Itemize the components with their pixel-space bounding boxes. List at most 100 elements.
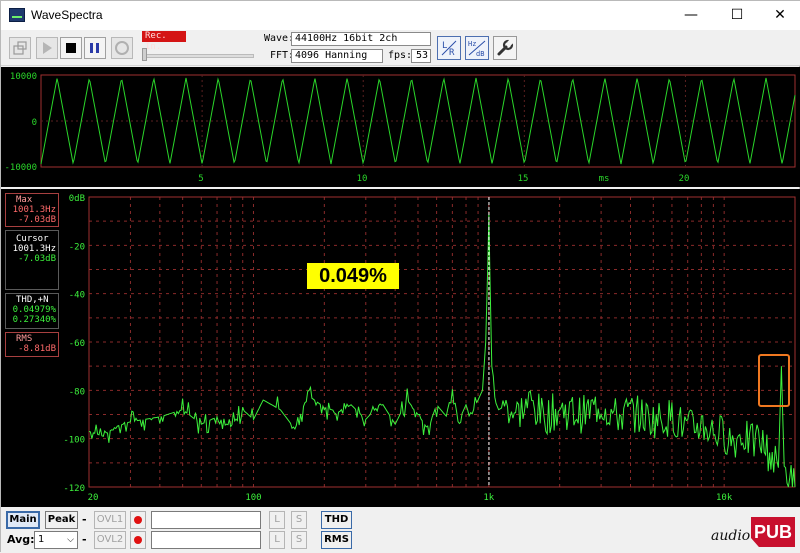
y-tick-label: -40 — [69, 291, 85, 301]
wave-format-field: 44100Hz 16bit 2ch — [291, 32, 431, 46]
thd-label: THD,+N — [16, 295, 49, 305]
pause-icon — [90, 43, 99, 53]
title-bar: WaveSpectra — ☐ ✕ — [1, 1, 800, 30]
y-tick-label: -80 — [69, 387, 85, 397]
play-button[interactable] — [36, 37, 58, 59]
y-tick-label: -100 — [63, 436, 85, 446]
avg-select[interactable]: 1 ⌵ — [34, 531, 78, 549]
svg-text:dB: dB — [476, 50, 484, 58]
ovl1-name-field[interactable] — [151, 511, 261, 529]
wave-y-tick: 0 — [32, 118, 37, 128]
wave-x-tick: 20 — [679, 174, 690, 184]
close-button[interactable]: ✕ — [757, 1, 800, 30]
wave-x-unit: ms — [599, 174, 610, 184]
ovl1-load-button[interactable]: L — [269, 511, 285, 529]
max-label: Max — [16, 195, 33, 205]
logo-badge: PUB — [751, 517, 795, 547]
settings-button[interactable] — [493, 36, 517, 60]
ovl2-name-field[interactable] — [151, 531, 261, 549]
pause-button[interactable] — [84, 37, 106, 59]
wave-x-tick: 5 — [198, 174, 203, 184]
x-tick-label: 1k — [483, 493, 494, 503]
hz-db-icon: HzdB — [468, 40, 486, 58]
wave-label: Wave: — [264, 33, 295, 44]
highlight-box — [758, 354, 790, 407]
spectrum-panel: 0dB -20 -40 -60 -80 -100 -120 20 100 1k 10k — [1, 189, 800, 507]
waveform-plot: 10000 0 -10000 5 10 15 20 ms — [4, 72, 796, 184]
cursor-level: -7.03dB — [18, 254, 56, 264]
ovl2-save-button[interactable]: S — [291, 531, 307, 549]
rms-value: -8.81dB — [18, 344, 56, 354]
svg-text:Hz: Hz — [468, 40, 476, 48]
max-readout: Max 1001.3Hz -7.03dB — [5, 193, 59, 227]
max-freq: 1001.3Hz — [12, 205, 56, 215]
minimize-button[interactable]: — — [668, 1, 714, 30]
record-dot-icon — [134, 516, 142, 524]
cursor-readout: Cursor 1001.3Hz -7.03dB — [5, 230, 59, 290]
fft-setting-field: 4096 Hanning — [291, 49, 383, 63]
rms-readout: RMS -8.81dB — [5, 332, 59, 357]
logo-text: audio — [711, 528, 751, 544]
peak-button[interactable]: Peak — [45, 511, 78, 529]
wave-settings-icon — [13, 41, 27, 55]
wave-x-tick: 10 — [357, 174, 368, 184]
bottom-controls: Main Peak - OVL1 L S THD Avg: 1 ⌵ - OVL2… — [1, 507, 800, 553]
rec-in-indicator: Rec. In. — [142, 31, 186, 52]
hz-db-button[interactable]: Hz dB — [465, 36, 489, 60]
y-tick-label: -120 — [63, 484, 85, 494]
thd-annotation: 0.049% — [307, 263, 399, 289]
ovl2-button[interactable]: OVL2 — [94, 531, 126, 549]
y-tick-label: -60 — [69, 339, 85, 349]
spectrum-trace — [88, 213, 796, 488]
stop-button[interactable] — [60, 37, 82, 59]
ovl1-button[interactable]: OVL1 — [94, 511, 126, 529]
slider-thumb[interactable] — [142, 48, 147, 61]
toolbar: Rec. In. Wave: 44100Hz 16bit 2ch FFT: 40… — [1, 30, 800, 66]
avg-label: Avg: — [7, 533, 35, 546]
y-tick-label: -20 — [69, 242, 85, 252]
svg-text:R: R — [449, 48, 455, 58]
cursor-label: Cursor — [16, 234, 49, 244]
ovl2-load-button[interactable]: L — [269, 531, 285, 549]
thd-value: 0.04979% — [12, 305, 56, 315]
chevron-down-icon: ⌵ — [67, 535, 74, 545]
wave-y-tick: 10000 — [10, 72, 37, 82]
y-tick-label: 0dB — [69, 194, 85, 204]
separator-2: - — [82, 533, 87, 546]
thdn-value: 0.27340% — [12, 315, 56, 325]
rms-button[interactable]: RMS — [321, 531, 352, 549]
stop-icon — [66, 43, 76, 53]
lr-icon: LR — [441, 40, 457, 58]
fps-label: fps: — [388, 50, 413, 61]
ovl2-record-button[interactable] — [130, 531, 146, 549]
channel-lr-button[interactable]: LR — [437, 36, 461, 60]
main-button[interactable]: Main — [6, 511, 40, 529]
ovl1-save-button[interactable]: S — [291, 511, 307, 529]
fps-value: 53 — [411, 49, 431, 63]
avg-value: 1 — [38, 534, 45, 545]
app-window: WaveSpectra — ☐ ✕ Rec. In. Wave: 44100Hz… — [0, 0, 800, 553]
wrench-icon — [497, 39, 514, 56]
spectrum-plot[interactable]: 0dB -20 -40 -60 -80 -100 -12020 100 1k 10k — [1, 189, 800, 507]
record-dot-icon — [134, 536, 142, 544]
input-level-slider[interactable] — [142, 54, 254, 58]
svg-text:L: L — [442, 41, 447, 51]
thd-button[interactable]: THD — [321, 511, 352, 529]
x-tick-label: 100 — [245, 493, 261, 503]
wave-settings-button[interactable] — [9, 37, 31, 59]
cursor-freq: 1001.3Hz — [12, 244, 56, 254]
audiopub-logo: audio PUB — [709, 513, 797, 549]
thd-readout: THD,+N 0.04979% 0.27340% — [5, 293, 59, 329]
separator-1: - — [82, 513, 87, 526]
maximize-button[interactable]: ☐ — [714, 1, 760, 30]
record-icon — [115, 41, 129, 55]
app-icon — [9, 8, 25, 22]
rms-label: RMS — [16, 334, 33, 344]
wave-y-tick: -10000 — [4, 163, 37, 173]
record-button[interactable] — [111, 37, 133, 59]
max-level: -7.03dB — [18, 215, 56, 225]
wave-x-tick: 15 — [518, 174, 529, 184]
ovl1-record-button[interactable] — [130, 511, 146, 529]
window-title: WaveSpectra — [31, 8, 103, 22]
x-tick-label: 20 — [88, 493, 99, 503]
